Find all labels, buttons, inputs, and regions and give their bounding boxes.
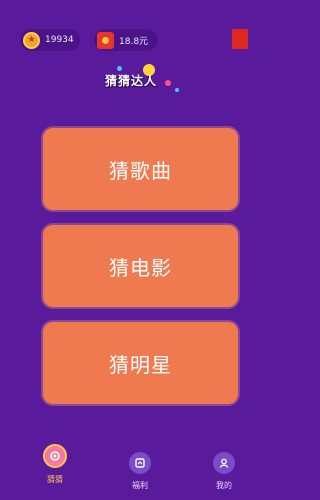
welfare-icon	[129, 452, 151, 474]
guess-movie-button[interactable]: 猜电影	[43, 225, 238, 307]
tab-guess[interactable]: 猜猜	[25, 436, 85, 500]
tab-guess-label: 猜猜	[47, 475, 63, 484]
guess-movie-label: 猜电影	[109, 255, 172, 280]
tab-mine[interactable]: 我的	[194, 436, 254, 500]
guess-song-label: 猜歌曲	[109, 158, 172, 183]
red-envelope-icon	[97, 31, 114, 49]
red-envelope-button[interactable]	[232, 29, 248, 49]
bottom-tab-bar: 猜猜 福利 我的	[0, 436, 281, 500]
cash-amount: 18.8元	[119, 36, 149, 47]
app-logo: 猜猜达人	[103, 64, 183, 96]
tab-welfare[interactable]: 福利	[110, 436, 170, 500]
logo-dot-icon	[175, 88, 179, 92]
logo-dot-icon	[117, 66, 122, 71]
guess-song-button[interactable]: 猜歌曲	[43, 128, 238, 210]
guess-icon	[43, 444, 67, 468]
logo-title: 猜猜达人	[105, 74, 158, 88]
tab-mine-label: 我的	[216, 481, 232, 490]
cash-balance[interactable]: 18.8元	[94, 29, 158, 51]
top-bar: ★ 19934 18.8元	[0, 0, 281, 70]
coin-count: 19934	[45, 35, 74, 45]
guess-star-button[interactable]: 猜明星	[43, 322, 238, 404]
profile-icon	[213, 452, 235, 474]
coin-icon: ★	[23, 31, 40, 49]
coin-balance[interactable]: ★ 19934	[20, 29, 80, 51]
guess-star-label: 猜明星	[109, 352, 172, 377]
tab-welfare-label: 福利	[132, 481, 148, 490]
logo-dot-icon	[165, 80, 171, 86]
